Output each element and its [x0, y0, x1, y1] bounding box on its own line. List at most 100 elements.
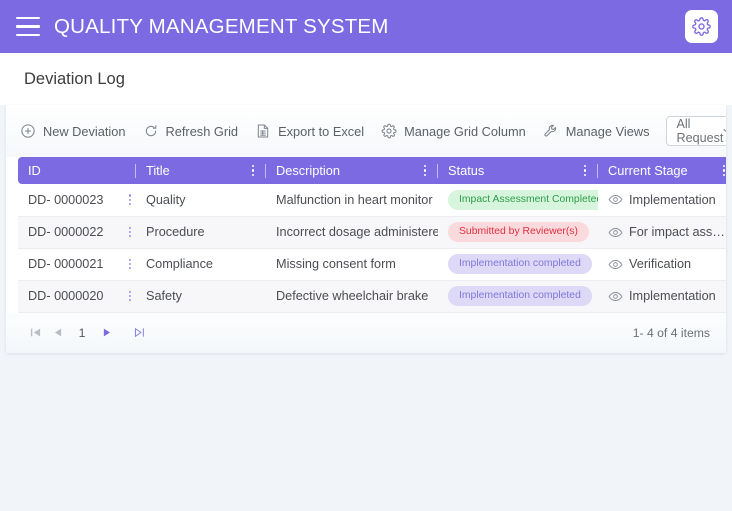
table-row[interactable]: DD- 0000023 Quality Malfunction in heart… — [18, 184, 726, 217]
column-header-current-stage-label: Current Stage — [608, 163, 688, 178]
stage-label: Implementation — [629, 192, 716, 207]
wrench-icon — [544, 124, 556, 137]
manage-views-button[interactable]: Manage Views — [543, 119, 658, 143]
column-header-title[interactable]: Title — [136, 157, 266, 184]
status-badge: Submitted by Reviewer(s) — [448, 221, 589, 243]
cell-id: DD- 0000022 — [18, 216, 136, 249]
manage-grid-column-button[interactable]: Manage Grid Column — [381, 119, 534, 143]
column-header-status[interactable]: Status — [438, 157, 598, 184]
cell-title: Compliance — [136, 248, 266, 281]
hamburger-icon[interactable] — [16, 17, 40, 36]
cell-id: DD- 0000023 — [18, 184, 136, 217]
cell-description: Incorrect dosage administered — [266, 216, 438, 249]
column-header-title-label: Title — [146, 163, 170, 178]
request-filter-value: All Request — [676, 117, 724, 145]
cell-description: Defective wheelchair brake — [266, 280, 438, 313]
column-menu-icon[interactable] — [419, 165, 431, 176]
next-page-icon — [103, 328, 110, 337]
column-menu-icon[interactable] — [247, 165, 259, 176]
page-title-bar: Deviation Log — [0, 53, 732, 105]
export-to-excel-label: Export to Excel — [278, 123, 365, 139]
column-menu-icon[interactable] — [579, 165, 591, 176]
first-page-icon — [30, 328, 40, 337]
refresh-grid-button[interactable]: Refresh Grid — [143, 119, 247, 143]
status-badge: Implementation completed — [448, 285, 592, 307]
column-menu-icon[interactable] — [718, 165, 726, 176]
kebab-menu-icon[interactable] — [124, 290, 136, 302]
cell-id: DD- 0000021 — [18, 248, 136, 281]
cell-current-stage: Implementation — [598, 184, 726, 217]
export-to-excel-button[interactable]: Export to Excel — [255, 119, 372, 143]
deviation-log-card: New Deviation Refresh Grid Export to Exc… — [6, 105, 726, 353]
table-row[interactable]: DD- 0000021 Compliance Missing consent f… — [18, 248, 726, 281]
grid-container: ID Title Description Status Current Stag… — [6, 157, 726, 313]
new-deviation-label: New Deviation — [43, 123, 126, 139]
stage-label: For impact assessment — [629, 225, 726, 239]
cell-status: Submitted by Reviewer(s) — [438, 216, 598, 249]
eye-icon[interactable] — [608, 192, 623, 207]
cell-current-stage: Implementation — [598, 280, 726, 313]
deviation-grid: ID Title Description Status Current Stag… — [18, 157, 726, 313]
last-page-button[interactable] — [128, 322, 150, 344]
new-deviation-button[interactable]: New Deviation — [20, 119, 134, 143]
stage-label: Implementation — [629, 289, 716, 303]
table-row[interactable]: DD- 0000022 Procedure Incorrect dosage a… — [18, 216, 726, 249]
row-id-value: DD- 0000023 — [28, 192, 104, 207]
grid-toolbar: New Deviation Refresh Grid Export to Exc… — [6, 105, 726, 157]
cell-title: Quality — [136, 184, 266, 217]
request-filter-select[interactable]: All Request — [666, 116, 726, 146]
settings-button[interactable] — [685, 10, 718, 43]
next-page-button[interactable] — [96, 322, 118, 344]
gear-icon — [381, 123, 397, 139]
table-row[interactable]: DD- 0000020 Safety Defective wheelchair … — [18, 280, 726, 313]
grid-head: ID Title Description Status Current Stag… — [18, 157, 726, 184]
cell-title: Safety — [136, 280, 266, 313]
chevron-down-icon — [723, 128, 726, 132]
app-title: QUALITY MANAGEMENT SYSTEM — [54, 14, 389, 38]
row-id-value: DD- 0000022 — [28, 225, 104, 239]
column-header-status-label: Status — [448, 163, 485, 178]
gear-icon — [692, 17, 711, 36]
column-header-description-label: Description — [276, 163, 341, 178]
cell-status: Implementation completed — [438, 280, 598, 313]
cell-current-stage: Verification — [598, 248, 726, 281]
column-header-current-stage[interactable]: Current Stage — [598, 157, 726, 184]
page-title: Deviation Log — [24, 69, 125, 88]
grid-header-row: ID Title Description Status Current Stag… — [18, 157, 726, 184]
column-header-id[interactable]: ID — [18, 157, 136, 184]
kebab-menu-icon[interactable] — [124, 258, 136, 270]
status-badge: Implementation completed — [448, 253, 592, 275]
column-header-description[interactable]: Description — [266, 157, 438, 184]
kebab-menu-icon[interactable] — [124, 226, 136, 238]
kebab-menu-icon[interactable] — [124, 194, 136, 206]
stage-label: Verification — [629, 257, 692, 271]
cell-description: Malfunction in heart monitor — [266, 184, 438, 217]
cell-title: Procedure — [136, 216, 266, 249]
cell-current-stage: For impact assessment — [598, 216, 726, 249]
row-id-value: DD- 0000020 — [28, 289, 104, 303]
app-root: QUALITY MANAGEMENT SYSTEM Deviation Log … — [0, 0, 732, 511]
cell-id: DD- 0000020 — [18, 280, 136, 313]
cell-status: Impact Assessment Completed — [438, 184, 598, 217]
plus-circle-icon — [21, 124, 35, 138]
manage-views-label: Manage Views — [565, 123, 650, 139]
row-id-value: DD- 0000021 — [28, 257, 104, 271]
status-badge: Impact Assessment Completed — [448, 189, 598, 210]
eye-icon[interactable] — [608, 257, 623, 272]
app-header: QUALITY MANAGEMENT SYSTEM — [0, 0, 732, 53]
pager-item-count: 1- 4 of 4 items — [632, 325, 710, 340]
previous-page-icon — [54, 328, 61, 337]
grid-pager: 1 1- 4 of 4 items — [6, 312, 726, 353]
cell-description: Missing consent form — [266, 248, 438, 281]
previous-page-button[interactable] — [46, 322, 68, 344]
eye-icon[interactable] — [608, 289, 623, 304]
page-number[interactable]: 1 — [72, 326, 92, 340]
refresh-grid-label: Refresh Grid — [165, 123, 239, 139]
eye-icon[interactable] — [608, 225, 623, 240]
refresh-icon — [145, 125, 156, 137]
first-page-button[interactable] — [24, 322, 46, 344]
column-header-id-label: ID — [28, 163, 41, 178]
manage-grid-column-label: Manage Grid Column — [404, 123, 526, 139]
cell-status: Implementation completed — [438, 248, 598, 281]
last-page-icon — [134, 327, 144, 338]
